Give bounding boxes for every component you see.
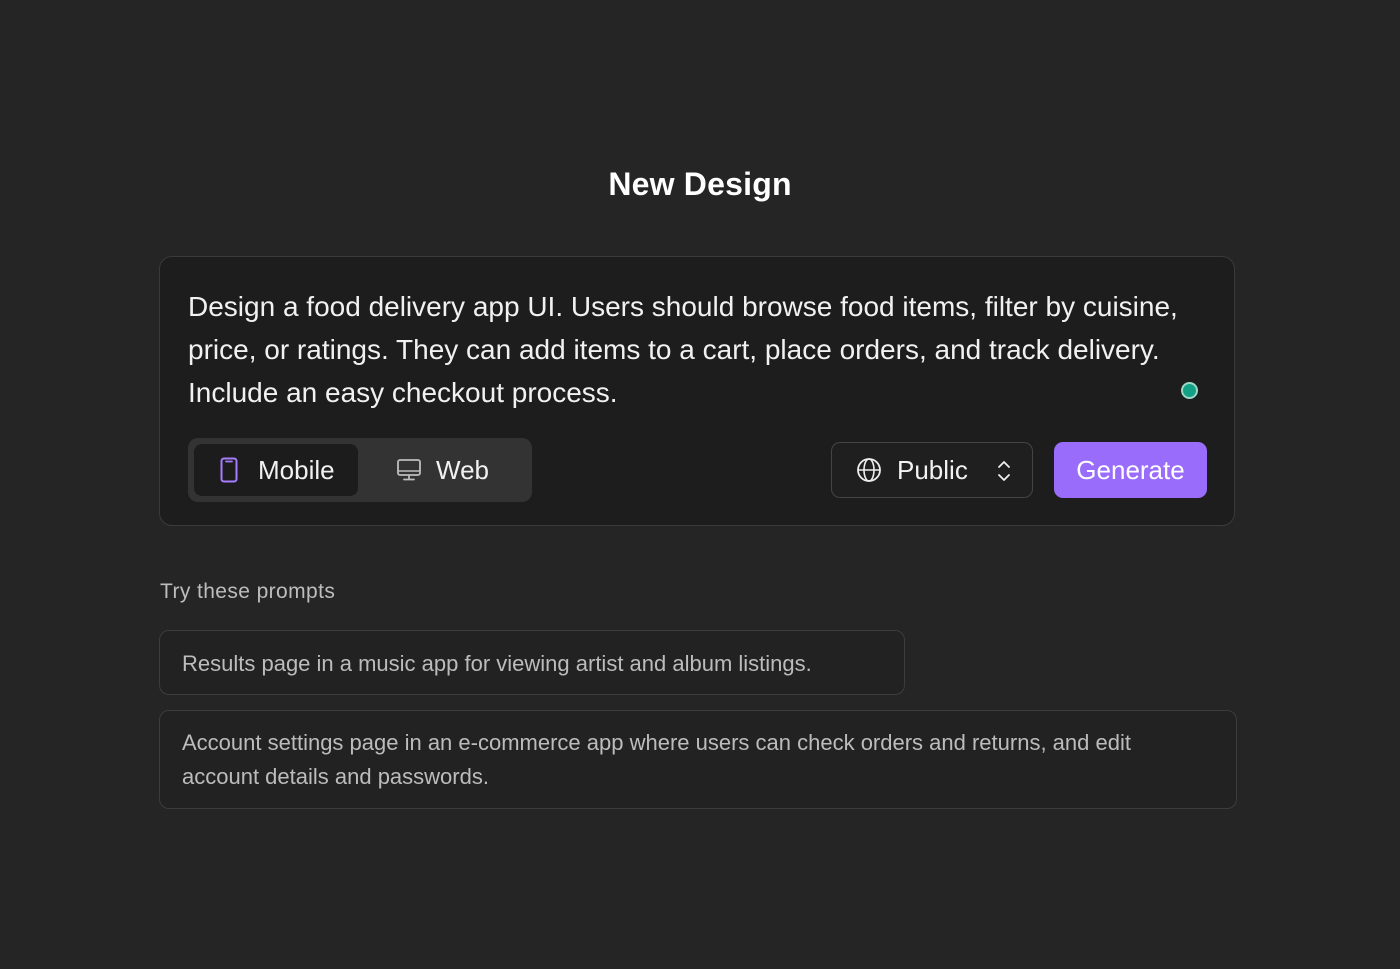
suggestion-music-results[interactable]: Results page in a music app for viewing … xyxy=(159,630,905,695)
suggestion-account-settings[interactable]: Account settings page in an e-commerce a… xyxy=(159,710,1237,809)
status-indicator xyxy=(1181,382,1198,399)
generate-button[interactable]: Generate xyxy=(1054,442,1207,498)
visibility-select[interactable]: Public xyxy=(831,442,1033,498)
prompt-input[interactable]: Design a food delivery app UI. Users sho… xyxy=(188,285,1188,414)
monitor-icon xyxy=(396,456,422,484)
mobile-label: Mobile xyxy=(258,454,335,485)
web-label: Web xyxy=(436,454,489,485)
chevron-up-down-icon xyxy=(996,457,1012,485)
web-option[interactable]: Web xyxy=(366,444,516,496)
globe-icon xyxy=(856,457,882,483)
mobile-option[interactable]: Mobile xyxy=(194,444,358,496)
device-toggle: Mobile Web xyxy=(188,438,532,502)
visibility-label: Public xyxy=(897,454,968,485)
suggestions-heading: Try these prompts xyxy=(160,580,336,603)
page-title: New Design xyxy=(608,166,792,202)
prompt-card: Design a food delivery app UI. Users sho… xyxy=(159,256,1235,526)
phone-icon xyxy=(218,456,240,484)
